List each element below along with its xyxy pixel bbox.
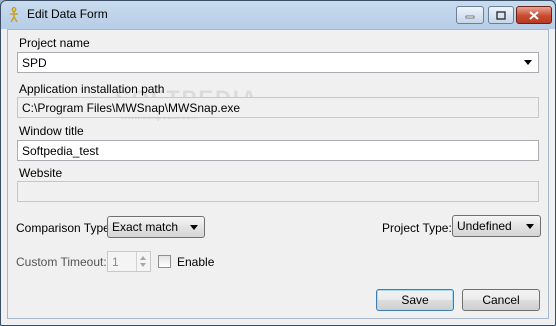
form-body: SOFTPEDIA www.softpedia.com Project name… (7, 29, 549, 319)
website-field[interactable] (17, 181, 539, 202)
chevron-down-icon (526, 223, 534, 229)
enable-label[interactable]: Enable (177, 255, 214, 269)
app-path-label: Application installation path (19, 82, 165, 96)
project-type-label: Project Type: (382, 221, 452, 235)
window-title-label: Window title (19, 124, 84, 138)
custom-timeout-stepper[interactable]: 1 (107, 251, 151, 272)
window-title-field[interactable]: Softpedia_test (17, 140, 539, 161)
app-path-field[interactable]: C:\Program Files\MWSnap\MWSnap.exe (17, 97, 539, 118)
close-button[interactable] (516, 6, 552, 24)
app-path-value: C:\Program Files\MWSnap\MWSnap.exe (22, 101, 241, 115)
chevron-down-icon (190, 224, 198, 230)
minimize-icon (465, 15, 475, 19)
cancel-button-label: Cancel (482, 293, 520, 307)
project-type-value: Undefined (457, 219, 512, 233)
enable-checkbox[interactable] (158, 255, 171, 268)
save-button[interactable]: Save (376, 289, 454, 311)
comparison-type-value: Exact match (112, 220, 179, 234)
maximize-icon (496, 10, 506, 20)
app-figure-icon (10, 7, 18, 23)
edit-data-form-window: Edit Data Form SOFTPEDIA www.softpedia.c… (0, 0, 556, 326)
chevron-down-icon[interactable] (524, 60, 532, 65)
minimize-button[interactable] (456, 6, 484, 24)
custom-timeout-value: 1 (112, 255, 119, 269)
cancel-button[interactable]: Cancel (462, 289, 540, 311)
save-button-label: Save (401, 293, 429, 307)
title-bar[interactable]: Edit Data Form (1, 1, 555, 29)
close-icon (529, 10, 539, 20)
chevron-down-icon[interactable] (140, 263, 146, 267)
comparison-type-label: Comparison Type: (16, 221, 114, 235)
project-name-value: SPD (22, 55, 47, 70)
comparison-type-dropdown[interactable]: Exact match (107, 216, 205, 238)
chevron-up-icon[interactable] (140, 256, 146, 260)
project-name-combobox[interactable]: SPD (17, 52, 539, 73)
custom-timeout-label: Custom Timeout: (16, 255, 107, 269)
project-type-dropdown[interactable]: Undefined (452, 215, 541, 237)
window-title-value: Softpedia_test (22, 144, 99, 158)
stepper-buttons[interactable] (136, 252, 150, 271)
window-title: Edit Data Form (27, 7, 108, 21)
project-name-label: Project name (19, 36, 90, 50)
website-label: Website (19, 166, 63, 180)
maximize-button[interactable] (488, 6, 514, 24)
